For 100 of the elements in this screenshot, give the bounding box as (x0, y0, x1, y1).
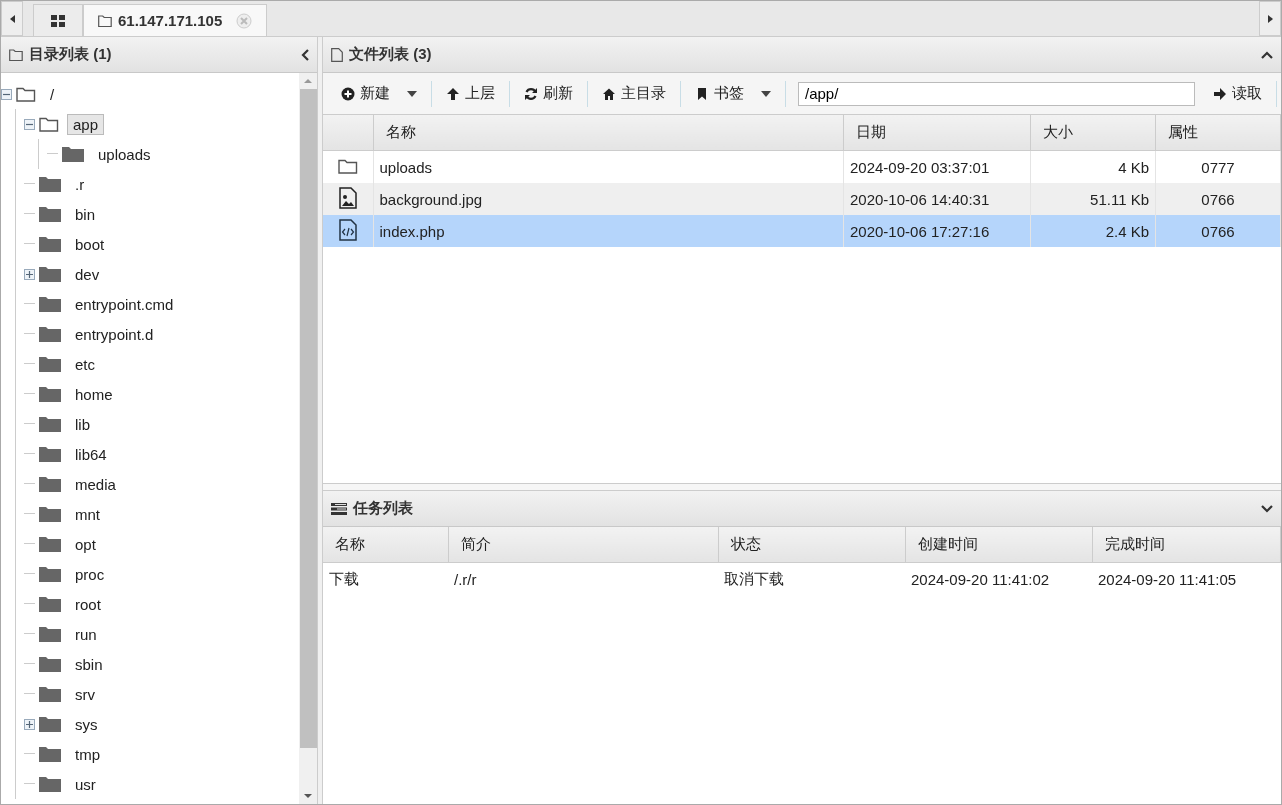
tree-item[interactable]: sbin (69, 653, 109, 675)
folder-icon (39, 776, 61, 792)
column-header[interactable]: 大小 (1030, 115, 1156, 151)
scroll-left-button[interactable] (1, 1, 23, 36)
folder-icon (39, 296, 61, 312)
folder-icon (39, 536, 61, 552)
code-file-icon (338, 218, 357, 241)
folder-icon (9, 48, 23, 61)
folder-icon (39, 656, 61, 672)
file-icon (331, 47, 343, 62)
home-icon (602, 86, 616, 101)
folder-icon (39, 566, 61, 582)
column-header[interactable]: 完成时间 (1092, 527, 1281, 563)
toolbar-button[interactable]: 刷新 (510, 80, 588, 107)
arrow-left-icon (9, 14, 15, 23)
folder-icon (39, 446, 61, 462)
expander-icon[interactable] (24, 118, 35, 130)
expander-icon[interactable] (1, 88, 12, 100)
tree-item[interactable]: uploads (92, 143, 157, 165)
toolbar-button[interactable]: 书签 (681, 80, 786, 107)
folder-icon (98, 14, 112, 27)
table-cell: 2024-09-20 11:41:05 (1092, 562, 1281, 595)
tree-item[interactable]: bin (69, 203, 102, 225)
folder-icon (39, 416, 61, 432)
tree-item[interactable]: mnt (69, 503, 106, 525)
folder-icon (39, 326, 61, 342)
home-tab[interactable] (33, 4, 83, 36)
toolbar-button[interactable]: 新建 (327, 80, 432, 107)
tree-item[interactable]: home (69, 383, 119, 405)
tree-item[interactable]: run (69, 623, 103, 645)
table-cell: 2020-10-06 14:40:31 (843, 183, 1031, 215)
arrow-right-icon (1213, 86, 1227, 101)
bookmark-icon (695, 86, 709, 101)
table-cell: 2024-09-20 11:41:02 (905, 562, 1092, 595)
table-cell: /.r/r (448, 562, 718, 595)
table-cell: 0766 (1155, 215, 1281, 247)
tree-item[interactable]: usr (69, 773, 102, 795)
tree-item[interactable]: entrypoint.cmd (69, 293, 180, 315)
tree-item[interactable]: media (69, 473, 122, 495)
folder-icon (39, 206, 61, 222)
scrollbar[interactable] (299, 73, 317, 804)
table-cell: 51.11 Kb (1030, 183, 1156, 215)
tree-item[interactable]: lib (69, 413, 96, 435)
grid-icon (51, 14, 65, 27)
expand-icon[interactable] (1261, 504, 1273, 513)
folder-icon (39, 506, 61, 522)
tree-item[interactable]: etc (69, 353, 101, 375)
folder-icon (39, 356, 61, 372)
plus-circle-icon (341, 86, 355, 101)
folder-icon (39, 746, 61, 762)
path-field[interactable]: /app/ (798, 81, 1195, 106)
tree-item[interactable]: proc (69, 563, 111, 585)
tree-item[interactable]: srv (69, 683, 101, 705)
column-header[interactable]: 简介 (448, 527, 718, 563)
tree-item[interactable]: boot (69, 233, 111, 255)
tree-item[interactable]: tmp (69, 743, 106, 765)
expander-icon[interactable] (24, 268, 35, 280)
column-header[interactable]: 日期 (843, 115, 1031, 151)
tree-item[interactable]: sys (69, 713, 104, 735)
toolbar-button[interactable]: 上层 (432, 80, 510, 107)
column-header[interactable]: 创建时间 (905, 527, 1092, 563)
tab-label: 61.147.171.105 (118, 12, 223, 29)
folder-icon (39, 476, 61, 492)
table-cell: 2.4 Kb (1030, 215, 1156, 247)
tree-item[interactable]: app (67, 113, 105, 135)
column-header[interactable]: 状态 (718, 527, 905, 563)
collapse-icon[interactable] (1261, 50, 1273, 59)
folder-icon (39, 626, 61, 642)
panel-title: 文件列表 (3) (349, 45, 432, 64)
read-button[interactable]: 读取 (1199, 80, 1277, 107)
arrow-up-icon (446, 86, 460, 101)
file-name[interactable]: background.jpg (373, 183, 844, 215)
tree-item[interactable]: dev (69, 263, 106, 285)
table-cell: 2020-10-06 17:27:16 (843, 215, 1031, 247)
list-icon (331, 502, 347, 515)
expander-icon[interactable] (24, 718, 35, 730)
column-header[interactable]: 属性 (1155, 115, 1281, 151)
folder-icon (39, 236, 61, 252)
folder-icon (62, 146, 84, 162)
folder-icon (39, 716, 61, 732)
folder-icon (39, 266, 61, 282)
folder-icon (39, 116, 59, 132)
file-name[interactable]: index.php (373, 215, 844, 247)
folder-icon (39, 596, 61, 612)
column-header[interactable]: 名称 (323, 527, 448, 563)
tree-item[interactable]: .r (69, 173, 91, 195)
folder-icon (39, 686, 61, 702)
toolbar-button[interactable]: 主目录 (588, 80, 681, 107)
folder-icon (39, 176, 61, 192)
connection-tab[interactable]: 61.147.171.105 (83, 4, 268, 36)
tree-item[interactable]: root (69, 593, 107, 615)
folder-icon (16, 86, 36, 102)
collapse-icon[interactable] (301, 48, 309, 61)
tree-item[interactable]: opt (69, 533, 102, 555)
column-header[interactable]: 名称 (373, 115, 844, 151)
tree-item[interactable]: / (44, 83, 61, 105)
tree-item[interactable]: entrypoint.d (69, 323, 160, 345)
tree-item[interactable]: lib64 (69, 443, 113, 465)
scroll-right-button[interactable] (1259, 1, 1281, 36)
table-cell: 取消下载 (718, 562, 905, 595)
